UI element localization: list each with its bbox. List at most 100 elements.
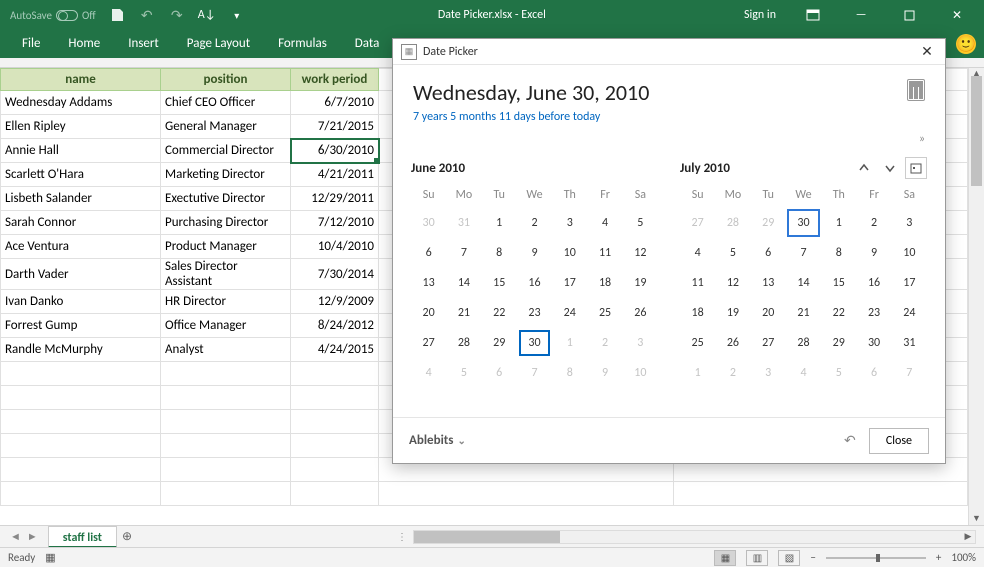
calendar-day[interactable]: 28 [715, 208, 750, 238]
calendar-day[interactable]: 5 [821, 358, 856, 388]
view-pagelayout-button[interactable]: ▥ [746, 550, 768, 566]
calendar-day[interactable]: 28 [446, 328, 481, 358]
calendar-day[interactable]: 8 [482, 238, 517, 268]
cell-position[interactable] [161, 434, 291, 458]
calendar-day[interactable]: 4 [411, 358, 446, 388]
cell-date[interactable]: 12/29/2011 [291, 187, 379, 211]
calendar-day[interactable]: 3 [751, 358, 786, 388]
cell-position[interactable]: Product Manager [161, 235, 291, 259]
calendar-day[interactable]: 17 [552, 268, 587, 298]
cell-position[interactable] [161, 410, 291, 434]
calendar-day[interactable]: 8 [552, 358, 587, 388]
column-header[interactable]: work period [291, 69, 379, 91]
sheet-tab-active[interactable]: staff list [48, 526, 117, 548]
calendar-day[interactable]: 6 [856, 358, 891, 388]
cell-name[interactable]: Sarah Connor [1, 211, 161, 235]
calendar-day[interactable]: 7 [786, 238, 821, 268]
cell-name[interactable] [1, 458, 161, 482]
undo-button[interactable]: ↶ [134, 1, 160, 29]
calendar-day[interactable]: 3 [552, 208, 587, 238]
calendar-day[interactable]: 2 [517, 208, 552, 238]
signin-button[interactable]: Sign in [734, 8, 786, 22]
calendar-day[interactable]: 7 [446, 238, 481, 268]
calendar-day[interactable]: 10 [552, 238, 587, 268]
cell-name[interactable]: Forrest Gump [1, 314, 161, 338]
calendar-day[interactable]: 15 [821, 268, 856, 298]
calendar-day[interactable]: 9 [517, 238, 552, 268]
calendar-day[interactable]: 6 [751, 238, 786, 268]
tab-formulas[interactable]: Formulas [264, 30, 341, 58]
cell-position[interactable]: Office Manager [161, 314, 291, 338]
cell-position[interactable] [161, 482, 291, 506]
next-month-button[interactable] [879, 157, 901, 179]
cell-position[interactable]: Marketing Director [161, 163, 291, 187]
cell-date[interactable] [291, 458, 379, 482]
tab-file[interactable]: File [8, 30, 54, 58]
calendar-day[interactable]: 5 [446, 358, 481, 388]
feedback-smiley-icon[interactable] [956, 34, 976, 54]
calendar-day[interactable]: 22 [482, 298, 517, 328]
cell-date[interactable]: 10/4/2010 [291, 235, 379, 259]
cell-name[interactable]: Scarlett O'Hara [1, 163, 161, 187]
calendar-day[interactable]: 23 [517, 298, 552, 328]
calendar-day[interactable]: 2 [715, 358, 750, 388]
calendar-day[interactable]: 20 [411, 298, 446, 328]
undo-button[interactable]: ↶ [837, 428, 863, 454]
scroll-right-icon[interactable]: ▶ [961, 531, 975, 543]
cell-date[interactable] [291, 482, 379, 506]
cell-name[interactable] [1, 410, 161, 434]
calendar-day[interactable]: 31 [892, 328, 927, 358]
column-header[interactable]: name [1, 69, 161, 91]
cell-empty[interactable] [673, 482, 968, 506]
calendar-day[interactable]: 8 [821, 238, 856, 268]
view-pagebreak-button[interactable]: ▧ [778, 550, 800, 566]
calendar-day[interactable]: 25 [587, 298, 622, 328]
cell-empty[interactable] [379, 482, 674, 506]
cell-position[interactable]: Exectutive Director [161, 187, 291, 211]
calendar-day[interactable]: 1 [821, 208, 856, 238]
calendar-day[interactable]: 2 [856, 208, 891, 238]
cell-name[interactable] [1, 362, 161, 386]
calendar-day[interactable]: 10 [623, 358, 658, 388]
ribbon-display-button[interactable] [792, 1, 834, 29]
calendar-day[interactable]: 30 [786, 208, 821, 238]
calendar-day[interactable]: 24 [552, 298, 587, 328]
calendar-day[interactable]: 3 [892, 208, 927, 238]
calendar-day[interactable]: 21 [446, 298, 481, 328]
month-label-right[interactable]: July 2010 [680, 161, 853, 176]
calendar-day[interactable]: 20 [751, 298, 786, 328]
zoom-out-button[interactable]: − [810, 551, 815, 564]
calendar-day[interactable]: 14 [786, 268, 821, 298]
calendar-day[interactable]: 10 [892, 238, 927, 268]
cell-date[interactable] [291, 434, 379, 458]
calendar-day[interactable]: 25 [680, 328, 715, 358]
cell-name[interactable]: Randle McMurphy [1, 338, 161, 362]
calendar-day[interactable]: 5 [715, 238, 750, 268]
close-button[interactable]: Close [869, 428, 929, 454]
calendar-day[interactable]: 30 [517, 328, 552, 358]
maximize-button[interactable] [888, 1, 930, 29]
calendar-day[interactable]: 26 [623, 298, 658, 328]
calendar-day[interactable]: 2 [587, 328, 622, 358]
calendar-day[interactable]: 3 [623, 328, 658, 358]
calendar-day[interactable]: 18 [587, 268, 622, 298]
calendar-day[interactable]: 7 [517, 358, 552, 388]
cell-name[interactable] [1, 434, 161, 458]
calendar-day[interactable]: 16 [517, 268, 552, 298]
calendar-day[interactable]: 22 [821, 298, 856, 328]
view-normal-button[interactable]: ▦ [714, 550, 736, 566]
calendar-day[interactable]: 6 [482, 358, 517, 388]
calendar-day[interactable]: 27 [411, 328, 446, 358]
calendar-day[interactable]: 30 [856, 328, 891, 358]
autosave-toggle[interactable]: AutoSave Off [6, 9, 100, 22]
calendar-day[interactable]: 9 [856, 238, 891, 268]
sort-button[interactable]: A↓ [194, 1, 220, 29]
macro-record-icon[interactable]: ▦ [45, 551, 55, 564]
calendar-day[interactable]: 29 [482, 328, 517, 358]
cell-name[interactable] [1, 482, 161, 506]
cell-name[interactable]: Annie Hall [1, 139, 161, 163]
cell-position[interactable]: Analyst [161, 338, 291, 362]
scroll-thumb[interactable] [414, 531, 560, 543]
calendar-day[interactable]: 13 [411, 268, 446, 298]
cell-date[interactable]: 12/9/2009 [291, 290, 379, 314]
